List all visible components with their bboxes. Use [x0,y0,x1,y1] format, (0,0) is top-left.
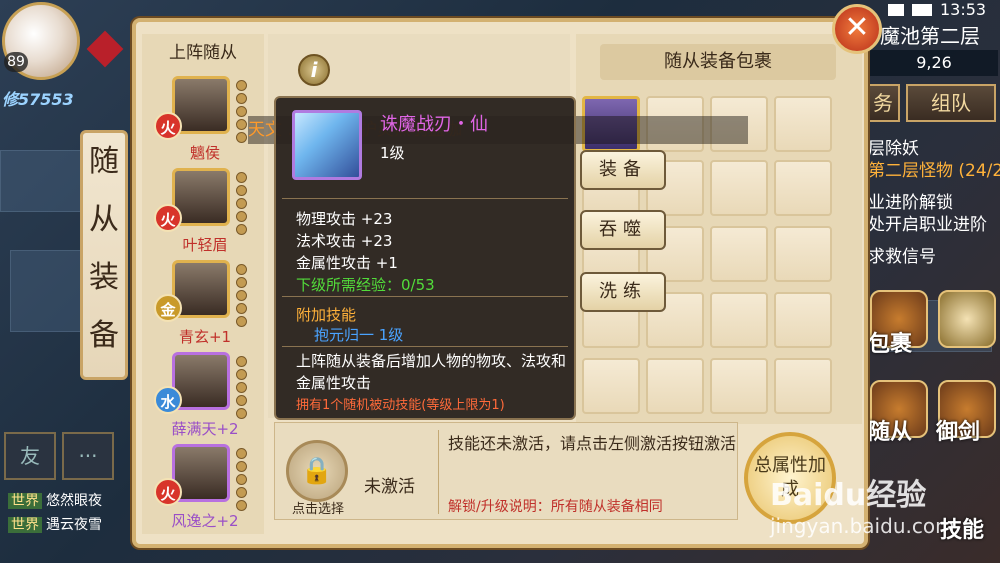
status-time: 13:53 [940,0,987,19]
follower-label: 随从 [868,420,913,445]
bag-slot[interactable] [710,358,768,414]
bag-slot[interactable] [774,358,832,414]
chat-line[interactable]: 世界 遇云夜雪 [8,514,102,534]
bag-slot[interactable] [710,226,768,282]
player-level: 89 [4,52,28,72]
bag-slot[interactable] [646,358,704,414]
map-coordinates: 9,26 [870,50,998,76]
scene-tile [10,250,82,332]
banner-char: 备 [89,318,119,353]
map-name: 魔池第二层 [880,24,980,48]
devour-button[interactable]: 吞噬 [580,210,666,250]
follower-name: 叶轻眉 [182,236,228,254]
tooltip-divider [282,296,568,297]
item-stat: 物理攻击 +23 [296,210,393,228]
element-badge: 水 [154,386,182,414]
watermark-logo: Baidu经验 [770,478,927,513]
activation-description: 解锁/升级说明：所有随从装备相同 [448,499,663,515]
sword-label: 御剑 [936,420,981,445]
item-level: 1级 [380,144,405,162]
element-badge: 金 [154,294,182,322]
close-hud-icon[interactable] [938,290,996,348]
refine-button[interactable]: 洗练 [580,272,666,312]
skill-name: 抱元归一 1级 [314,326,404,344]
follower-name: 风逸之+2 [171,512,239,530]
bag-label: 包裹 [868,332,913,357]
chat-bubble-icon[interactable]: ··· [62,432,114,480]
bag-title: 随从装备包裹 [600,44,836,80]
bag-slot[interactable] [710,292,768,348]
friends-button[interactable]: 友 [4,432,56,480]
title-banner: 随 从 装 备 [80,130,128,380]
quest-button[interactable]: 务 [866,84,900,122]
follower-name: 魑侯 [189,144,220,162]
lock-icon[interactable]: 🔒 [286,440,348,502]
item-note: 拥有1个随机被动技能(等级上限为1) [296,398,505,413]
follower-name: 薛满天+2 [171,420,239,438]
chat-tag: 世界 [8,517,42,533]
quest-line[interactable]: 求救信号 [868,242,936,267]
tooltip-divider [282,346,568,347]
star-dots [236,448,247,513]
close-icon[interactable]: ✕ [832,4,882,54]
skill-title: 附加技能 [296,306,357,324]
star-dots [236,172,247,237]
element-badge: 火 [154,478,182,506]
item-exp: 下级所需经验：0/53 [296,276,435,294]
bag-slot[interactable] [774,292,832,348]
follower-name: 青玄+1 [178,328,232,346]
item-stat: 法术攻击 +23 [296,232,393,250]
element-badge: 火 [154,112,182,140]
star-dots [236,356,247,421]
tooltip-divider [282,198,568,199]
banner-char: 从 [89,202,119,237]
bag-slot[interactable] [774,160,832,216]
bag-slot[interactable] [710,160,768,216]
chat-line[interactable]: 世界 悠然眼夜 [8,490,102,510]
battery-icon [912,4,932,16]
item-description: 上阵随从装备后增加人物的物攻、法攻和金属性攻击 [296,352,567,392]
spear-item-icon [292,110,362,180]
follower-list-title: 上阵随从 [169,43,237,63]
element-badge: 火 [154,204,182,232]
watermark-url: jingyan.baidu.com [770,514,955,538]
bag-slot[interactable] [774,96,832,152]
chat-text: 遇云夜雪 [46,517,102,533]
chat-text: 悠然眼夜 [46,493,102,509]
equip-button[interactable]: 装备 [580,150,666,190]
player-power: 修57553 [2,90,74,109]
bag-slot[interactable] [582,358,640,414]
divider [438,430,439,514]
wifi-icon [888,4,904,16]
quest-line[interactable]: 第二层怪物 (24/25) [868,156,1000,181]
item-name: 诛魔战刃・仙 [380,114,488,135]
scene-tile [0,150,82,212]
star-dots [236,264,247,329]
info-button[interactable]: i [298,54,330,86]
quest-line[interactable]: 处开启职业进阶 [868,210,987,235]
banner-char: 装 [89,260,119,295]
activation-hint: 技能还未激活，请点击左侧激活按钮激活 [448,434,737,453]
item-stat: 金属性攻击 +1 [296,254,398,272]
chat-tag: 世界 [8,493,42,509]
lock-select-label[interactable]: 点击选择 [276,498,360,517]
team-button[interactable]: 组队 [906,84,996,122]
bag-slot[interactable] [774,226,832,282]
banner-char: 随 [89,144,119,179]
activation-status: 未激活 [364,477,415,497]
star-dots [236,80,247,145]
